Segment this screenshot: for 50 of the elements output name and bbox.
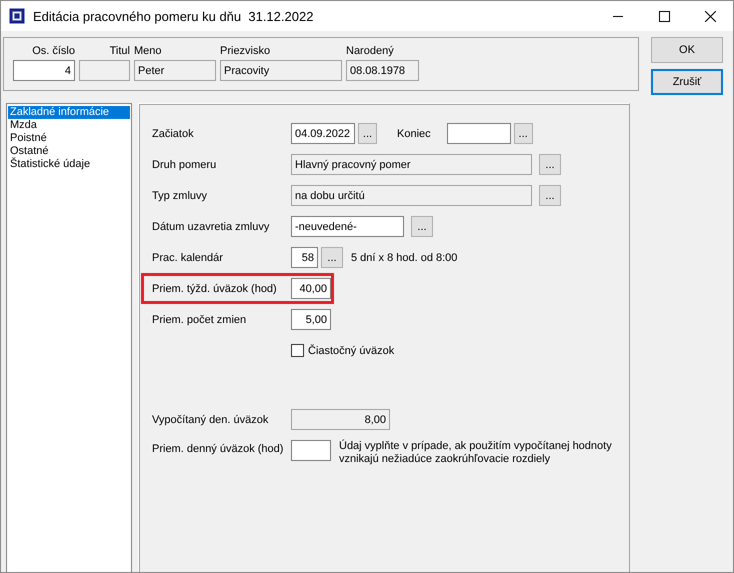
section-item[interactable]: Mzda (8, 119, 130, 132)
number-field[interactable]: 5,00 (291, 309, 331, 330)
section-item[interactable]: Poistné (8, 132, 130, 145)
dialog-button[interactable]: OK (651, 37, 723, 63)
window-title: Editácia pracovného pomeru ku dňu 31.12.2022 (33, 8, 314, 24)
maximize-icon (658, 10, 670, 22)
field-label: Titul (110, 45, 130, 57)
browse-button[interactable]: ... (539, 185, 561, 206)
computed-field: 8,00 (291, 409, 390, 430)
browse-button[interactable]: ... (321, 247, 343, 268)
header-field[interactable]: 4 (13, 60, 75, 81)
start-date-field[interactable]: 04.09.2022 (291, 123, 355, 144)
field-label: Koniec (397, 128, 431, 140)
checkbox-label: Čiastočný úväzok (308, 344, 394, 356)
field-label: Priem. denný úväzok (hod) (152, 443, 284, 455)
dialog-button[interactable]: Zrušiť (651, 69, 723, 95)
field-label: Prac. kalendár (152, 252, 224, 264)
section-item[interactable]: Štatistické údaje (8, 158, 130, 171)
field-label: Vypočítaný den. úväzok (152, 414, 270, 426)
app-icon (9, 8, 25, 24)
hint-text: Údaj vyplňte v prípade, ak použitím vypočítanej hodnoty vznikajú nežiadúce zaokrúhľovacie rozdiely (339, 440, 613, 466)
header-field: Peter (134, 60, 216, 81)
browse-button[interactable]: ... (514, 123, 533, 144)
field-label: Priezvisko (220, 45, 270, 57)
field-label: Začiatok (152, 128, 195, 140)
field-label: Dátum uzavretia zmluvy (152, 220, 270, 232)
browse-button[interactable]: ... (539, 154, 561, 175)
field-label: Druh pomeru (152, 158, 218, 170)
number-field[interactable] (291, 440, 331, 461)
field-label: Os. číslo (32, 45, 75, 57)
field-label: Priem. týžd. úväzok (hod) (152, 282, 278, 294)
browse-button[interactable]: ... (358, 123, 377, 144)
calendar-field[interactable]: 58 (291, 247, 318, 268)
calendar-description: 5 dní x 8 hod. od 8:00 (351, 252, 458, 264)
checkbox[interactable] (291, 344, 304, 357)
lookup-field[interactable]: na dobu určitú (291, 185, 532, 206)
field-label: Typ zmluvy (152, 190, 208, 202)
header-field: Pracovity (220, 60, 342, 81)
number-field[interactable]: 40,00 (291, 278, 331, 299)
end-date-field[interactable] (446, 123, 511, 144)
lookup-field[interactable]: -neuvedené- (291, 216, 404, 237)
browse-button[interactable]: ... (411, 216, 433, 237)
section-item[interactable]: Zakladné informácie (8, 106, 130, 119)
field-label: Priem. počet zmien (152, 314, 248, 326)
section-item[interactable]: Ostatné (8, 145, 130, 158)
header-field: 08.08.1978 (346, 60, 419, 81)
close-icon (704, 10, 716, 22)
field-label: Meno (134, 45, 162, 57)
field-label: Narodený (346, 45, 394, 57)
lookup-field[interactable]: Hlavný pracovný pomer (291, 154, 532, 175)
